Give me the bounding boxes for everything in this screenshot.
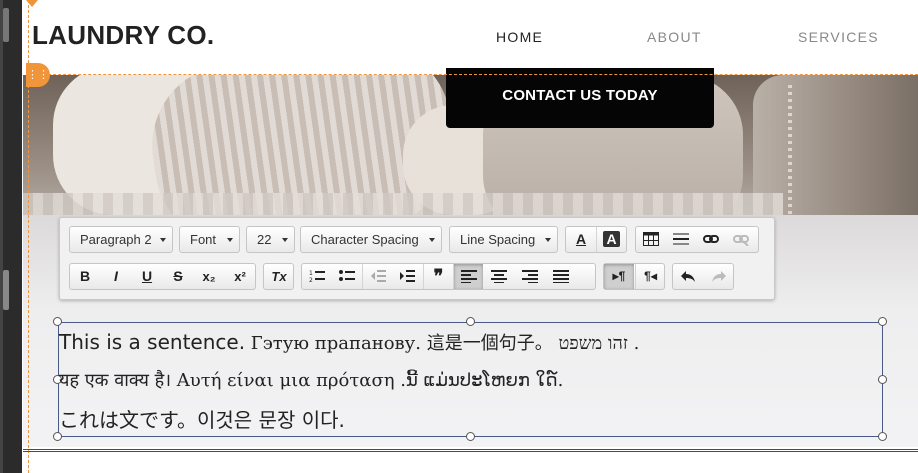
- resize-handle-top-left[interactable]: [53, 317, 62, 326]
- paragraph-style-dropdown[interactable]: Paragraph 2: [69, 226, 173, 253]
- paragraph-group: 12 ❞: [301, 263, 596, 290]
- font-size-label: 22: [257, 232, 272, 247]
- bold-icon[interactable]: B: [70, 264, 100, 289]
- redo-icon[interactable]: [704, 264, 734, 289]
- character-spacing-label: Character Spacing: [311, 232, 419, 247]
- sentence-english: This is a sentence.: [59, 330, 246, 354]
- editor-line-2[interactable]: यह एक वाक्य है। Αυτή είναι μια πρόταση .…: [59, 368, 563, 392]
- character-spacing-dropdown[interactable]: Character Spacing: [300, 226, 442, 253]
- ltr-icon[interactable]: ▸¶: [604, 264, 634, 289]
- resize-handle-bottom-right[interactable]: [878, 432, 887, 441]
- line-spacing-dropdown[interactable]: Line Spacing: [449, 226, 558, 253]
- resize-handle-top[interactable]: [466, 317, 475, 326]
- resize-handle-bottom[interactable]: [466, 432, 475, 441]
- site-logo[interactable]: LAUNDRY CO.: [32, 20, 214, 51]
- resize-handle-right[interactable]: [878, 375, 887, 384]
- history-group: [672, 263, 734, 290]
- font-label: Font: [190, 232, 217, 247]
- align-left-icon[interactable]: [453, 264, 483, 289]
- contact-us-button[interactable]: CONTACT US TODAY: [446, 68, 714, 128]
- editor-line-3[interactable]: これは文です。이것은 문장 이다.: [59, 404, 345, 433]
- resize-handle-top-right[interactable]: [878, 317, 887, 326]
- section-divider: [23, 449, 918, 452]
- chevron-down-icon: [429, 238, 435, 242]
- sentence-multilingual-1: Гэтую прапанову. 這是一個句子。 זהו משפט .: [245, 333, 640, 354]
- font-dropdown[interactable]: Font: [179, 226, 240, 253]
- nav-home[interactable]: HOME: [496, 29, 543, 45]
- decrease-indent-icon[interactable]: [362, 264, 392, 289]
- font-size-dropdown[interactable]: 22: [246, 226, 295, 253]
- chevron-down-icon: [545, 238, 551, 242]
- section-handle-icon[interactable]: ⋮⋮: [26, 63, 50, 87]
- subscript-icon[interactable]: x₂: [194, 264, 224, 289]
- guide-corner-marker: [26, 0, 38, 7]
- bulleted-list-icon[interactable]: [332, 264, 362, 289]
- clear-formatting-icon[interactable]: Tx: [264, 264, 294, 289]
- editor-line-1[interactable]: This is a sentence. Гэтую прапанову. 這是一…: [59, 329, 639, 355]
- horizontal-rule-icon[interactable]: [666, 227, 696, 252]
- numbered-list-icon[interactable]: 12: [302, 264, 332, 289]
- format-group: B I U S x₂ x²: [69, 263, 256, 290]
- table-icon[interactable]: [636, 227, 666, 252]
- insert-group: [635, 226, 759, 253]
- direction-group: ▸¶ ¶◂: [603, 263, 665, 290]
- resize-handle-bottom-left[interactable]: [53, 432, 62, 441]
- align-right-icon[interactable]: [515, 264, 545, 289]
- rich-text-toolbar: Paragraph 2 Font 22 Character Spacing Li…: [59, 217, 775, 300]
- link-icon[interactable]: [696, 227, 726, 252]
- chevron-down-icon: [282, 238, 288, 242]
- italic-icon[interactable]: I: [101, 264, 131, 289]
- color-group: A A: [565, 226, 627, 253]
- site-header: LAUNDRY CO. HOME ABOUT SERVICES: [22, 0, 918, 73]
- svg-text:2: 2: [309, 277, 313, 283]
- superscript-icon[interactable]: x²: [225, 264, 255, 289]
- chevron-down-icon: [160, 238, 166, 242]
- rtl-icon[interactable]: ¶◂: [635, 264, 665, 289]
- align-center-icon[interactable]: [484, 264, 514, 289]
- panel-scroll-handle-lower[interactable]: [3, 270, 9, 310]
- unlink-icon[interactable]: [726, 227, 756, 252]
- layout-guide-horizontal: [28, 74, 918, 75]
- strikethrough-icon[interactable]: S: [163, 264, 193, 289]
- panel-edge: [0, 0, 3, 473]
- undo-icon[interactable]: [673, 264, 703, 289]
- underline-icon[interactable]: U: [132, 264, 162, 289]
- left-panel-strip: [0, 0, 22, 473]
- text-color-icon[interactable]: A: [566, 227, 596, 252]
- clear-group: Tx: [263, 263, 294, 290]
- svg-text:1: 1: [309, 270, 313, 277]
- chevron-down-icon: [227, 238, 233, 242]
- line-spacing-label: Line Spacing: [460, 232, 536, 247]
- paragraph-style-label: Paragraph 2: [80, 232, 152, 247]
- background-color-icon[interactable]: A: [596, 227, 626, 252]
- blockquote-icon[interactable]: ❞: [423, 264, 453, 289]
- nav-about[interactable]: ABOUT: [647, 29, 702, 45]
- nav-services[interactable]: SERVICES: [798, 29, 879, 45]
- panel-scroll-handle[interactable]: [3, 8, 9, 42]
- justify-icon[interactable]: [546, 264, 576, 289]
- increase-indent-icon[interactable]: [392, 264, 422, 289]
